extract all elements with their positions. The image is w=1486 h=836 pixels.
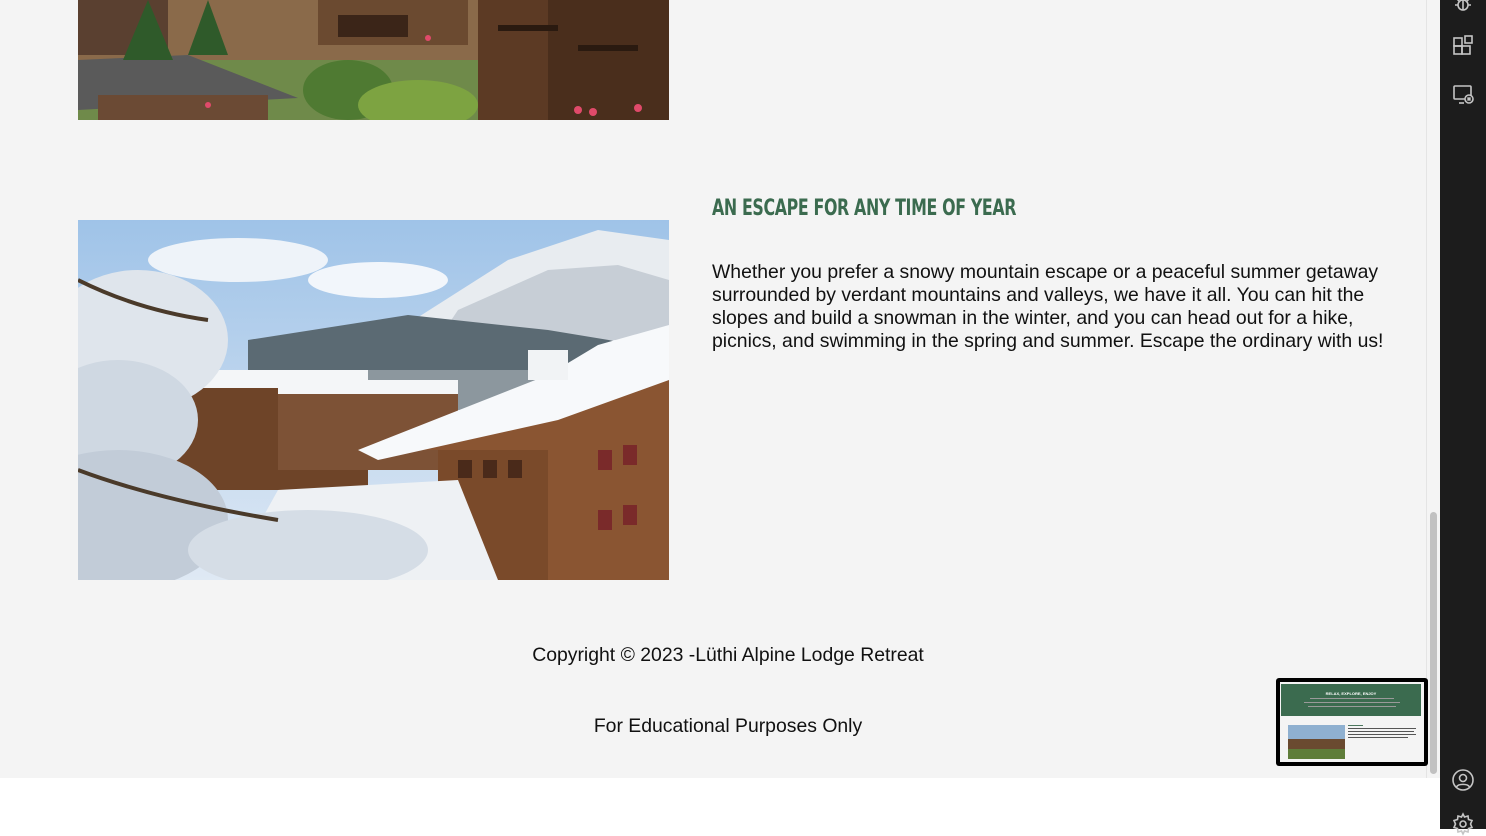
summer-village-photo bbox=[78, 0, 669, 120]
preview-text-line bbox=[1308, 706, 1396, 707]
preview-image bbox=[1288, 725, 1345, 759]
preview-header: RELAX, EXPLORE, ENJOY bbox=[1281, 684, 1421, 716]
preview-text-line bbox=[1348, 737, 1408, 738]
preview-text-line bbox=[1304, 702, 1400, 703]
preview-text-line bbox=[1310, 698, 1394, 699]
preview-subheading: ▬▬▬▬▬ bbox=[1348, 723, 1363, 727]
page-scrollbar[interactable] bbox=[1426, 0, 1440, 778]
extensions-icon[interactable] bbox=[1451, 34, 1475, 58]
preview-content: RELAX, EXPLORE, ENJOY ▬▬▬▬▬ bbox=[1280, 682, 1424, 762]
preview-header-title: RELAX, EXPLORE, ENJOY bbox=[1325, 691, 1377, 696]
footer-educational-note: For Educational Purposes Only bbox=[593, 715, 863, 737]
section-body-text: Whether you prefer a snowy mountain esca… bbox=[712, 261, 1384, 352]
page-preview-thumbnail[interactable]: RELAX, EXPLORE, ENJOY ▬▬▬▬▬ bbox=[1276, 678, 1428, 766]
activity-bar bbox=[1440, 0, 1486, 836]
section-heading: An Escape for Any Time of Year bbox=[712, 196, 1017, 221]
footer-copyright: Copyright © 2023 -Lüthi Alpine Lodge Ret… bbox=[532, 644, 924, 666]
preview-text-line bbox=[1348, 731, 1414, 732]
scrollbar-thumb[interactable] bbox=[1430, 512, 1437, 774]
winter-village-photo bbox=[78, 220, 669, 580]
web-page: An Escape for Any Time of Year Whether y… bbox=[0, 0, 1426, 778]
settings-gear-icon[interactable] bbox=[1451, 812, 1475, 836]
preview-text-line bbox=[1348, 734, 1416, 735]
account-icon[interactable] bbox=[1451, 768, 1475, 792]
debug-icon[interactable] bbox=[1451, 0, 1475, 16]
preview-text-line bbox=[1348, 728, 1416, 729]
remote-explorer-icon[interactable] bbox=[1451, 82, 1475, 106]
